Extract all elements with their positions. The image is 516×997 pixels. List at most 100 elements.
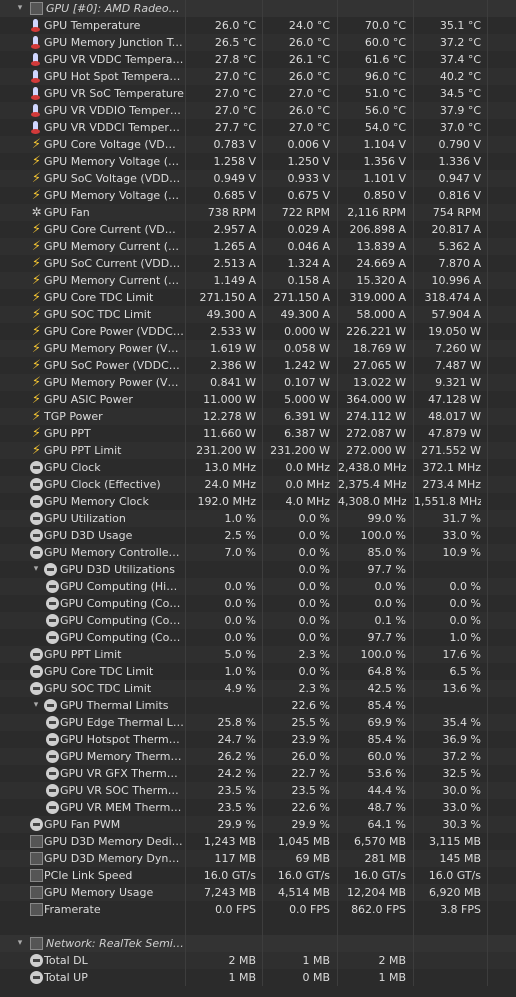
minimum-value: 0.0 % bbox=[298, 597, 330, 610]
sensor-label: GPU SoC Voltage (VDDCR_... bbox=[44, 172, 184, 185]
collapse-chevron-icon[interactable]: ▾ bbox=[14, 0, 26, 17]
sensor-row[interactable]: GPU Clock (Effective) 24.0 MHz 0.0 MHz 2,37… bbox=[0, 476, 516, 493]
sensor-row[interactable]: ⚡ GPU PPT Limit 231.200 W 231.200 W 272.000 … bbox=[0, 442, 516, 459]
sensor-row[interactable]: ⚡GPU Memory Voltage (VDD... 1.258 V 1.250 … bbox=[0, 153, 516, 170]
sensor-row[interactable]: GPU Hotspot Thermal Li... 24.7 % 23.9 % 85.… bbox=[0, 731, 516, 748]
current-value: 231.200 W bbox=[196, 444, 256, 457]
minimum-value: 26.0 °C bbox=[288, 36, 330, 49]
sensor-row[interactable]: GPU D3D Memory Dedicated 1,243 MB 1,045 MB… bbox=[0, 833, 516, 850]
average-value: 0.0 % bbox=[449, 614, 481, 627]
sensor-row[interactable]: ⚡ GPU Core Voltage (VDDCR... 0.783 V 0.006 … bbox=[0, 136, 516, 153]
minimum-value: 26.0 % bbox=[291, 750, 330, 763]
sensor-row[interactable]: ⚡ GPU Core TDC Limit 271.150 A 271.150 A 319… bbox=[0, 289, 516, 306]
lightning-icon: ⚡ bbox=[31, 273, 42, 288]
average-value bbox=[414, 952, 481, 969]
gauge-icon bbox=[30, 529, 43, 542]
minimum-value: 26.0 °C bbox=[288, 104, 330, 117]
collapse-chevron-icon[interactable]: ▾ bbox=[30, 561, 42, 578]
column-divider bbox=[487, 918, 488, 935]
sensor-row[interactable]: GPU Clock 13.0 MHz 0.0 MHz 2,438.0 MHz 372.1… bbox=[0, 459, 516, 476]
sensor-group-row[interactable]: ▾ GPU D3D Utilizations 0.0 % 97.7 % bbox=[0, 561, 516, 578]
sensor-row[interactable]: Framerate 0.0 FPS 0.0 FPS 862.0 FPS 3.8 FPS bbox=[0, 901, 516, 918]
section-header[interactable]: ▾ Network: RealTek Semicon... bbox=[0, 935, 516, 952]
current-value: 2.533 W bbox=[210, 325, 256, 338]
thermometer-icon bbox=[30, 104, 43, 117]
sensor-row[interactable]: GPU SOC TDC Limit 4.9 % 2.3 % 42.5 % 13.6 % bbox=[0, 680, 516, 697]
sensor-row[interactable]: GPU VR VDDIO Temperature 27.0 °C 26.0 °C 56… bbox=[0, 102, 516, 119]
average-value: 35.4 % bbox=[442, 716, 481, 729]
sensor-row[interactable]: ⚡GPU Memory Power (VDDIO) 1.619 W 0.058 W 1… bbox=[0, 340, 516, 357]
average-value: 0.790 V bbox=[438, 138, 481, 151]
sensor-row[interactable]: GPU Computing (Comp... 0.0 % 0.0 % 0.1 % 0.0… bbox=[0, 612, 516, 629]
column-divider bbox=[262, 918, 263, 935]
column-divider bbox=[487, 731, 488, 748]
sensor-row[interactable]: Total DL 2 MB 1 MB 2 MB bbox=[0, 952, 516, 969]
sensor-row[interactable]: ⚡ GPU SOC TDC Limit 49.300 A 49.300 A 58.000… bbox=[0, 306, 516, 323]
sensor-table: ▾ GPU [#0]: AMD Radeon R... GPU Temperatur… bbox=[0, 0, 516, 986]
sensor-row[interactable]: GPU Core TDC Limit 1.0 % 0.0 % 64.8 % 6.5 % bbox=[0, 663, 516, 680]
sensor-row[interactable]: GPU Computing (High P... 0.0 % 0.0 % 0.0 % 0… bbox=[0, 578, 516, 595]
sensor-row[interactable]: GPU Utilization 1.0 % 0.0 % 99.0 % 31.7 % bbox=[0, 510, 516, 527]
sensor-row[interactable]: PCIe Link Speed 16.0 GT/s 16.0 GT/s 16.0 GT… bbox=[0, 867, 516, 884]
sensor-label: GPU Memory Voltage (VDD... bbox=[44, 155, 184, 168]
sensor-row[interactable]: GPU VR SoC Temperature 27.0 °C 27.0 °C 51.0… bbox=[0, 85, 516, 102]
chip-icon bbox=[30, 2, 43, 15]
sensor-row[interactable]: GPU D3D Usage 2.5 % 0.0 % 100.0 % 33.0 % bbox=[0, 527, 516, 544]
sensor-row[interactable]: GPU VR SOC Thermal Li... 23.5 % 23.5 % 44.4… bbox=[0, 782, 516, 799]
sensor-row[interactable]: ⚡ GPU SoC Current (VDDCR... 2.513 A 1.324 A… bbox=[0, 255, 516, 272]
sensor-row[interactable]: GPU Memory Usage 7,243 MB 4,514 MB 12,204 M… bbox=[0, 884, 516, 901]
maximum-value: 97.7 % bbox=[367, 563, 406, 576]
sensor-row[interactable]: GPU VR GFX Thermal Limit 24.2 % 22.7 % 53.6… bbox=[0, 765, 516, 782]
average-value: 36.9 % bbox=[442, 733, 481, 746]
sensor-label: Total UP bbox=[44, 971, 88, 984]
sensor-row[interactable]: ⚡GPU SoC Voltage (VDDCR_... 0.949 V 0.933 … bbox=[0, 170, 516, 187]
sensor-row[interactable]: GPU Memory Clock 192.0 MHz 4.0 MHz 4,308.0 … bbox=[0, 493, 516, 510]
sensor-row[interactable]: ⚡ GPU SoC Power (VDDCR_S... 2.386 W 1.242 W… bbox=[0, 357, 516, 374]
maximum-value: 70.0 °C bbox=[364, 19, 406, 32]
column-divider bbox=[487, 952, 488, 969]
maximum-value: 226.221 W bbox=[346, 325, 406, 338]
sensor-row[interactable]: GPU Fan PWM 29.9 % 29.9 % 64.1 % 30.3 % bbox=[0, 816, 516, 833]
section-header[interactable]: ▾ GPU [#0]: AMD Radeon R... bbox=[0, 0, 516, 17]
sensor-row[interactable]: ⚡GPU Memory Current (VDD... 1.149 A 0.158 … bbox=[0, 272, 516, 289]
sensor-row[interactable]: GPU Memory Controller Uti... 7.0 % 0.0 % 85… bbox=[0, 544, 516, 561]
maximum-value: 18.769 W bbox=[353, 342, 406, 355]
lightning-icon: ⚡ bbox=[31, 426, 42, 441]
collapse-chevron-icon[interactable]: ▾ bbox=[14, 935, 26, 952]
minimum-value: 1 MB bbox=[302, 954, 330, 967]
sensor-group-row[interactable]: ▾ GPU Thermal Limits 22.6 % 85.4 % bbox=[0, 697, 516, 714]
sensor-row[interactable]: GPU Hot Spot Temperature 27.0 °C 26.0 °C 96… bbox=[0, 68, 516, 85]
sensor-row[interactable]: ⚡ GPU PPT 11.660 W 6.387 W 272.087 W 47.879 W bbox=[0, 425, 516, 442]
lightning-icon: ⚡ bbox=[31, 324, 42, 339]
sensor-row[interactable]: GPU PPT Limit 5.0 % 2.3 % 100.0 % 17.6 % bbox=[0, 646, 516, 663]
sensor-row[interactable]: ✲ GPU Fan 738 RPM 722 RPM 2,116 RPM 754 RPM bbox=[0, 204, 516, 221]
sensor-row[interactable]: GPU Memory Thermal Li... 26.2 % 26.0 % 60.0… bbox=[0, 748, 516, 765]
sensor-row[interactable]: GPU Edge Thermal Limit 25.8 % 25.5 % 69.9 %… bbox=[0, 714, 516, 731]
column-divider bbox=[487, 102, 488, 119]
current-value: 1.149 A bbox=[213, 274, 256, 287]
sensor-row[interactable]: GPU VR VDDCI Temperature 27.7 °C 27.0 °C 54… bbox=[0, 119, 516, 136]
sensor-row[interactable]: ⚡ GPU Core Current (VDDCR... 2.957 A 0.029 … bbox=[0, 221, 516, 238]
thermometer-icon bbox=[30, 70, 43, 83]
sensor-row[interactable]: ⚡ TGP Power 12.278 W 6.391 W 274.112 W 48.017… bbox=[0, 408, 516, 425]
sensor-row[interactable]: ⚡GPU Memory Current (VDD... 1.265 A 0.046 … bbox=[0, 238, 516, 255]
maximum-value: 0.1 % bbox=[374, 614, 406, 627]
maximum-value: 2 MB bbox=[378, 954, 406, 967]
sensor-row[interactable]: GPU Computing (Comp... 0.0 % 0.0 % 0.0 % 0.0… bbox=[0, 595, 516, 612]
column-divider bbox=[413, 935, 414, 952]
minimum-value: 271.150 A bbox=[273, 291, 330, 304]
sensor-row[interactable]: GPU Temperature 26.0 °C 24.0 °C 70.0 °C 35.1… bbox=[0, 17, 516, 34]
sensor-row[interactable]: ⚡GPU Memory Voltage (VDD... 0.685 V 0.675 … bbox=[0, 187, 516, 204]
sensor-row[interactable]: GPU VR VDDC Temperature 27.8 °C 26.1 °C 61.… bbox=[0, 51, 516, 68]
sensor-row[interactable]: ⚡ GPU ASIC Power 11.000 W 5.000 W 364.000 W 4… bbox=[0, 391, 516, 408]
sensor-row[interactable]: GPU D3D Memory Dynamic 117 MB 69 MB 281 MB 1… bbox=[0, 850, 516, 867]
sensor-row[interactable]: ⚡GPU Memory Power (VDDC... 0.841 W 0.107 W… bbox=[0, 374, 516, 391]
collapse-chevron-icon[interactable]: ▾ bbox=[30, 697, 42, 714]
sensor-row[interactable]: GPU Memory Junction Tem... 26.5 °C 26.0 °C… bbox=[0, 34, 516, 51]
maximum-value: 96.0 °C bbox=[364, 70, 406, 83]
sensor-row[interactable]: ⚡ GPU Core Power (VDDCR_... 2.533 W 0.000 W… bbox=[0, 323, 516, 340]
sensor-row[interactable]: GPU Computing (Comp... 0.0 % 0.0 % 97.7 % 1.… bbox=[0, 629, 516, 646]
sensor-label: TGP Power bbox=[44, 410, 103, 423]
sensor-row[interactable]: Total UP 1 MB 0 MB 1 MB bbox=[0, 969, 516, 986]
sensor-row[interactable]: GPU VR MEM Thermal Li... 23.5 % 22.6 % 48.7… bbox=[0, 799, 516, 816]
